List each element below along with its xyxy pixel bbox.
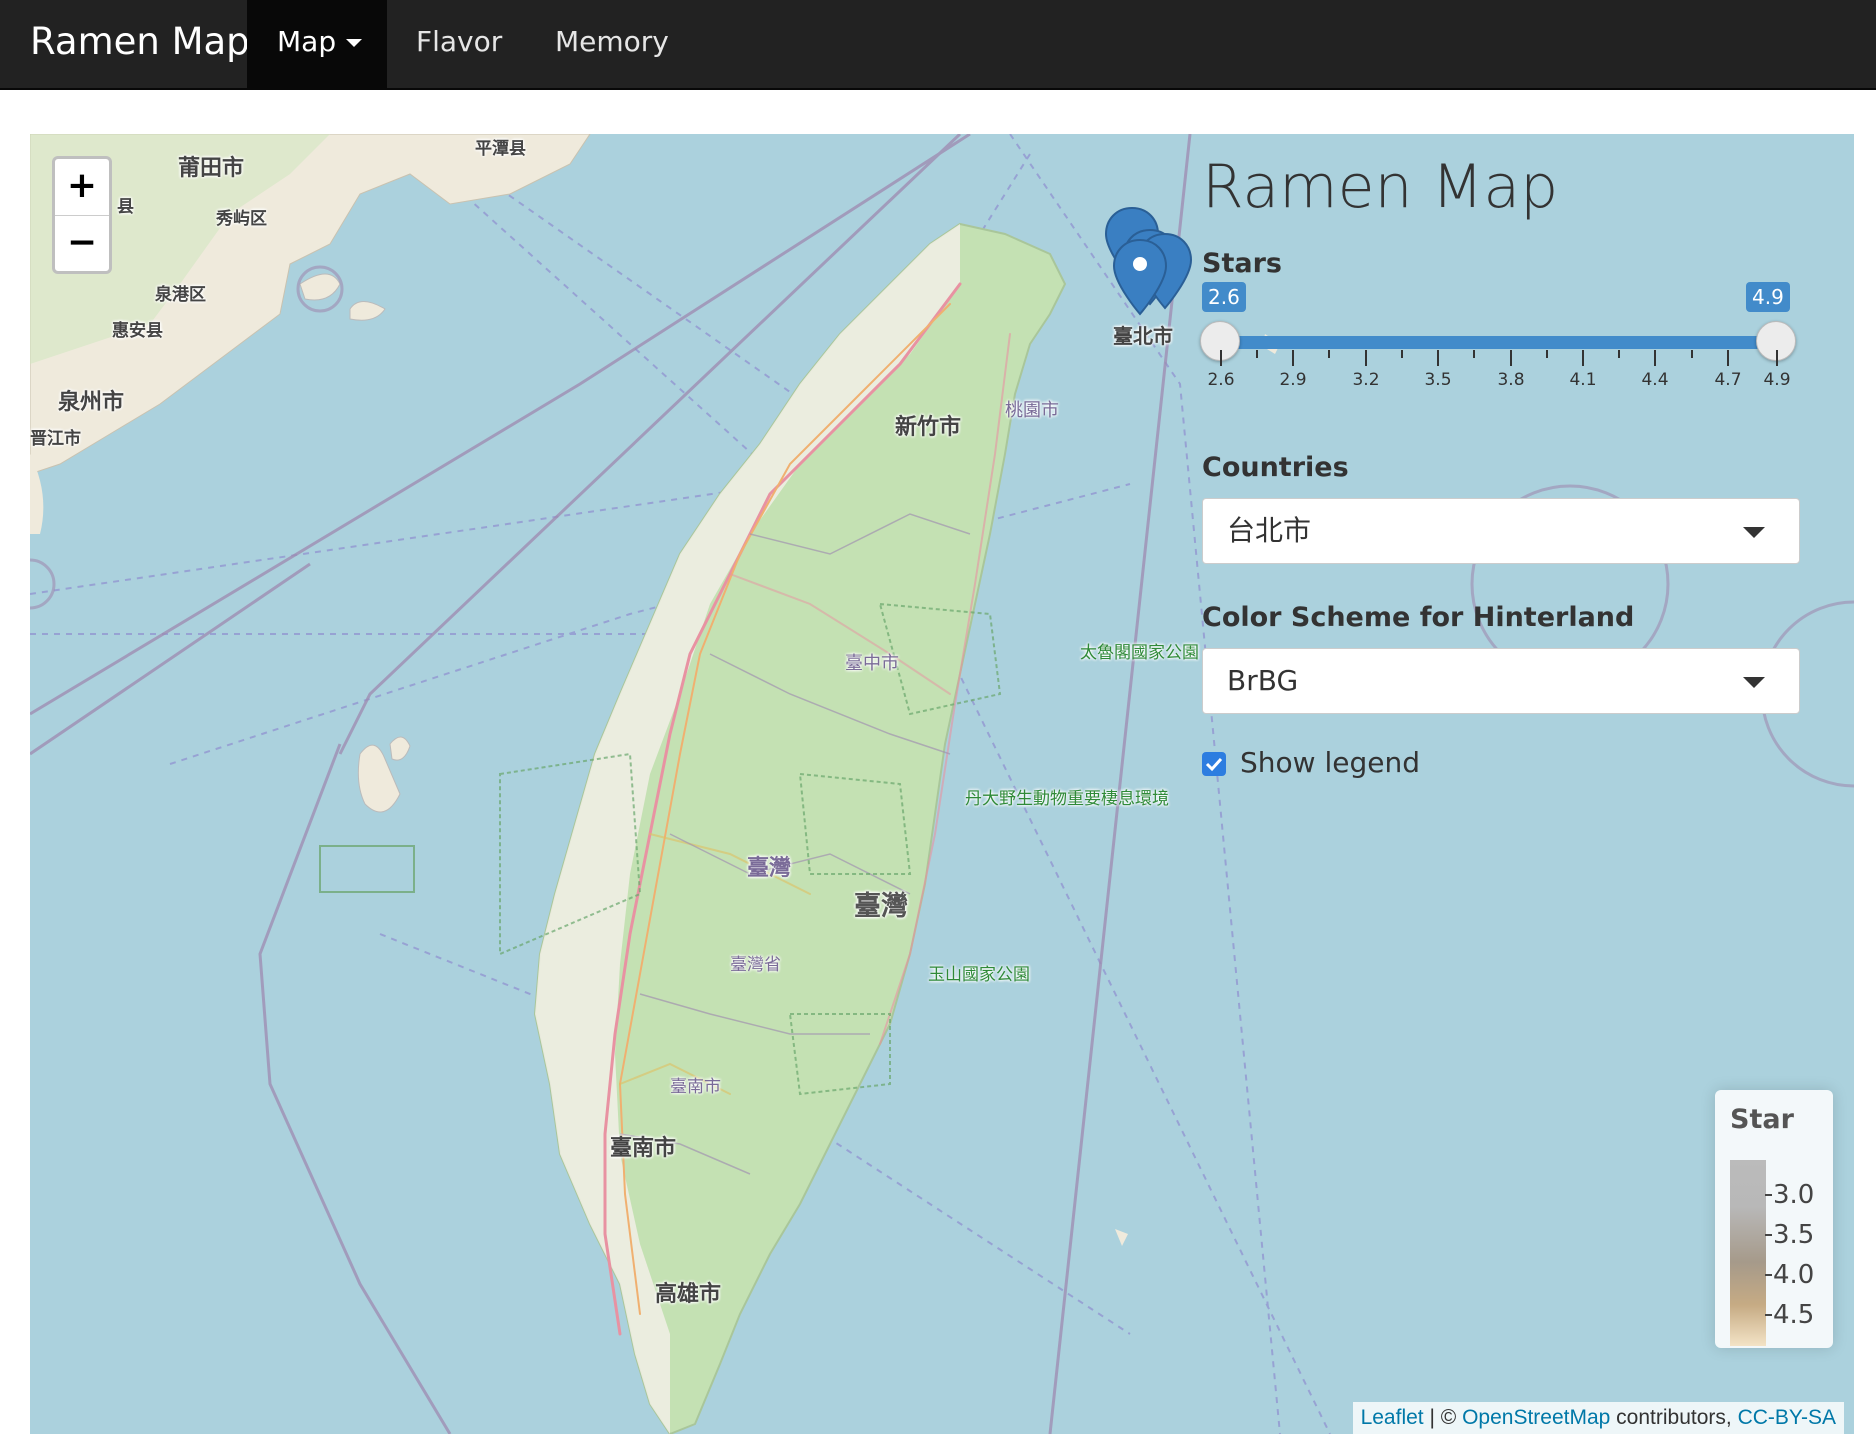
countries-select[interactable]: 台北市 <box>1202 498 1800 564</box>
map-attribution: Leaflet | © OpenStreetMap contributors, … <box>1352 1402 1844 1434</box>
slider-tick <box>1691 350 1693 358</box>
legend-tick <box>1765 1234 1772 1236</box>
map-label-tainan-small: 臺南市 <box>670 1077 721 1097</box>
checkmark-icon <box>1205 757 1223 772</box>
legend-tick <box>1765 1274 1772 1276</box>
map-label-taroko: 太魯閣國家公園 <box>1080 643 1199 663</box>
slider-tick <box>1654 350 1656 366</box>
slider-tick-label: 3.5 <box>1424 370 1452 390</box>
caret-down-icon <box>1743 527 1765 538</box>
legend-color-bar <box>1730 1160 1766 1346</box>
slider-tick <box>1292 350 1294 366</box>
slider-tick <box>1365 350 1367 366</box>
leaflet-link[interactable]: Leaflet <box>1361 1406 1424 1429</box>
map-label-jinjiang: 晋江市 <box>30 429 81 449</box>
slider-tick-label: 4.1 <box>1569 370 1597 390</box>
slider-tick-label: 2.6 <box>1207 370 1235 390</box>
map-label-xiuyu: 秀屿区 <box>216 209 267 229</box>
color-scheme-select-value: BrBG <box>1227 664 1299 697</box>
map-label-taichung: 臺中市 <box>845 653 899 674</box>
map-marker-icon[interactable] <box>1110 238 1170 318</box>
openstreetmap-link[interactable]: OpenStreetMap <box>1462 1406 1610 1429</box>
slider-tick <box>1776 350 1778 366</box>
nav-item-map[interactable]: Map <box>247 0 387 88</box>
zoom-out-button[interactable]: − <box>55 216 109 272</box>
legend-title: Star <box>1730 1104 1794 1135</box>
slider-tick-label: 4.7 <box>1714 370 1742 390</box>
stars-slider[interactable]: 2.6 4.9 2.6 2.9 3.2 3.5 3.8 4.1 4.4 4.7 … <box>1200 282 1796 390</box>
slider-tick-label: 4.4 <box>1641 370 1669 390</box>
map-label-taipei: 臺北市 <box>1113 324 1173 348</box>
map-label-huian: 惠安县 <box>112 321 163 341</box>
map-label-taiwan-small: 臺灣 <box>747 856 792 881</box>
star-legend: Star 3.0 3.5 4.0 4.5 <box>1715 1090 1833 1348</box>
map-label-quanzhou: 泉州市 <box>58 390 125 415</box>
slider-tick <box>1401 350 1403 358</box>
slider-tick <box>1220 350 1222 366</box>
color-scheme-label: Color Scheme for Hinterland <box>1202 602 1635 633</box>
legend-label: 4.5 <box>1773 1300 1815 1330</box>
stars-slider-max-value: 4.9 <box>1746 282 1790 312</box>
map-label-hsinchu: 新竹市 <box>895 415 962 440</box>
legend-tick <box>1765 1194 1772 1196</box>
slider-tick <box>1510 350 1512 366</box>
zoom-in-button[interactable]: + <box>55 159 109 216</box>
navbar: Ramen Map Map Flavor Memory <box>0 0 1876 90</box>
show-legend-label[interactable]: Show legend <box>1240 746 1420 779</box>
slider-tick <box>1618 350 1620 358</box>
show-legend-checkbox[interactable] <box>1202 752 1226 776</box>
slider-tick <box>1546 350 1548 358</box>
legend-label: 3.5 <box>1773 1220 1815 1250</box>
legend-label: 3.0 <box>1773 1180 1815 1210</box>
nav-item-map-label: Map <box>277 25 337 58</box>
nav-item-flavor[interactable]: Flavor <box>416 0 502 88</box>
attribution-separator: | © <box>1423 1406 1463 1429</box>
panel-title: Ramen Map <box>1202 152 1559 222</box>
slider-tick <box>1473 350 1475 358</box>
map-label-taiwan: 臺灣 <box>854 891 908 922</box>
countries-label: Countries <box>1202 452 1349 483</box>
slider-tick-label: 4.9 <box>1763 370 1791 390</box>
slider-tick <box>1727 350 1729 366</box>
map-label-yushan: 玉山國家公園 <box>928 965 1030 985</box>
caret-down-icon <box>346 39 363 47</box>
slider-tick-label: 2.9 <box>1279 370 1307 390</box>
slider-tick-label: 3.8 <box>1497 370 1525 390</box>
map-label-taiwan-province: 臺灣省 <box>730 955 781 975</box>
map-label-taoyuan: 桃園市 <box>1005 400 1059 421</box>
map-label-danda: 丹大野生動物重要棲息環境 <box>965 784 1169 809</box>
slider-tick <box>1582 350 1584 366</box>
navbar-brand[interactable]: Ramen Map <box>30 0 250 88</box>
map-label-kaohsiung: 高雄市 <box>655 1282 722 1307</box>
slider-tick <box>1437 350 1439 366</box>
slider-tick-label: 3.2 <box>1352 370 1380 390</box>
slider-tick <box>1256 350 1258 358</box>
map-label-county-fragment: 县 <box>117 197 134 217</box>
license-link[interactable]: CC-BY-SA <box>1738 1406 1836 1429</box>
color-scheme-select[interactable]: BrBG <box>1202 648 1800 714</box>
attribution-contributors: contributors, <box>1610 1406 1738 1429</box>
legend-label: 4.0 <box>1773 1260 1815 1290</box>
map-container[interactable]: 莆田市 秀屿区 平潭县 泉港区 惠安县 泉州市 晋江市 县 臺北市 新竹市 桃園… <box>30 134 1854 1434</box>
slider-tick <box>1328 350 1330 358</box>
stars-label: Stars <box>1202 248 1282 279</box>
map-label-quangang: 泉港区 <box>155 285 206 305</box>
zoom-control: + − <box>52 156 112 274</box>
nav-item-memory[interactable]: Memory <box>555 0 669 88</box>
caret-down-icon <box>1743 677 1765 688</box>
map-label-tainan: 臺南市 <box>610 1136 677 1161</box>
countries-select-value: 台北市 <box>1227 514 1312 547</box>
stars-slider-min-value: 2.6 <box>1202 282 1246 312</box>
map-label-pingtan: 平潭县 <box>475 139 526 159</box>
legend-tick <box>1765 1314 1772 1316</box>
stars-slider-range <box>1220 336 1776 349</box>
map-label-putian: 莆田市 <box>178 156 245 181</box>
